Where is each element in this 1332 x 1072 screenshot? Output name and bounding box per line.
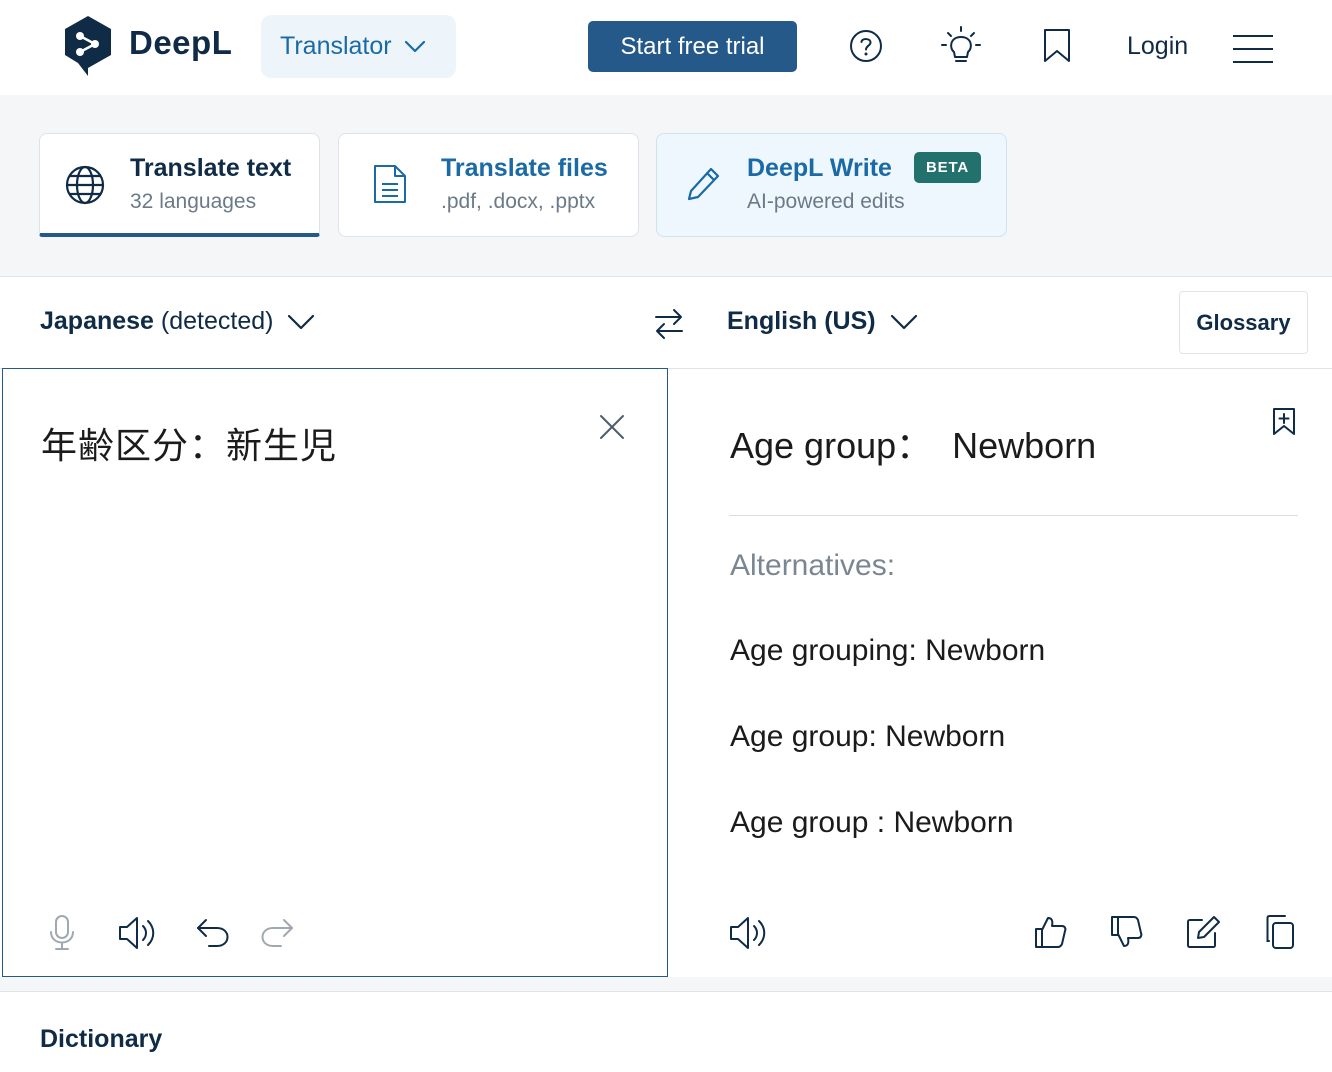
dictionary-title: Dictionary bbox=[40, 1025, 163, 1053]
product-switcher-label: Translator bbox=[280, 32, 392, 60]
mode-title: DeepL Write bbox=[747, 154, 892, 182]
target-text-area: Age group： Newborn Alternatives: Age gro… bbox=[668, 369, 1332, 978]
swap-languages-icon[interactable] bbox=[653, 307, 685, 341]
source-language-name: Japanese bbox=[40, 307, 154, 335]
mode-title: Translate text bbox=[130, 154, 292, 182]
pencil-icon bbox=[685, 165, 721, 203]
source-language-selector[interactable]: Japanese (detected) bbox=[40, 307, 315, 336]
speaker-icon[interactable] bbox=[117, 914, 157, 952]
help-icon[interactable] bbox=[849, 29, 883, 63]
product-switcher-dropdown[interactable]: Translator bbox=[261, 15, 456, 78]
lightbulb-icon[interactable] bbox=[940, 26, 982, 66]
divider bbox=[729, 515, 1298, 516]
translator-panel: Japanese (detected) English (US) Glossar… bbox=[0, 276, 1332, 977]
speaker-icon[interactable] bbox=[728, 914, 768, 952]
thumbs-down-icon[interactable] bbox=[1109, 914, 1143, 950]
chevron-down-icon bbox=[890, 314, 918, 330]
alternative-translation[interactable]: Age grouping: Newborn bbox=[730, 634, 1045, 668]
start-free-trial-button[interactable]: Start free trial bbox=[588, 21, 797, 72]
mode-subtitle: AI-powered edits bbox=[747, 190, 905, 213]
translate-files-tab[interactable]: Translate files .pdf, .docx, .pptx bbox=[338, 133, 639, 237]
mode-subtitle: 32 languages bbox=[130, 190, 257, 213]
brand-name[interactable]: DeepL bbox=[129, 24, 232, 62]
alternative-translation[interactable]: Age group: Newborn bbox=[730, 720, 1005, 754]
mode-title: Translate files bbox=[441, 154, 608, 182]
detected-label: (detected) bbox=[160, 307, 274, 335]
beta-badge: BETA bbox=[914, 152, 981, 183]
copy-icon[interactable] bbox=[1265, 914, 1295, 950]
translation-text[interactable]: Age group： Newborn bbox=[730, 417, 1096, 469]
glossary-button[interactable]: Glossary bbox=[1179, 291, 1308, 354]
edit-icon[interactable] bbox=[1185, 914, 1221, 950]
redo-icon[interactable] bbox=[259, 914, 295, 950]
globe-icon bbox=[64, 164, 106, 206]
document-icon bbox=[373, 164, 407, 204]
source-text-area[interactable]: 年齢区分：新生児 bbox=[2, 368, 668, 977]
bookmark-icon[interactable] bbox=[1041, 28, 1073, 64]
save-translation-icon[interactable] bbox=[1271, 407, 1297, 437]
chevron-down-icon bbox=[287, 314, 315, 330]
target-language-name: English (US) bbox=[727, 307, 876, 335]
translate-text-tab[interactable]: Translate text 32 languages bbox=[39, 133, 320, 237]
target-language-selector[interactable]: English (US) bbox=[727, 307, 918, 336]
top-navigation: DeepL Translator Start free trial Login bbox=[0, 0, 1332, 95]
close-icon[interactable] bbox=[598, 413, 626, 441]
source-text[interactable]: 年齢区分：新生児 bbox=[41, 417, 337, 469]
deepl-logo-icon[interactable] bbox=[62, 14, 114, 78]
dictionary-section: Dictionary bbox=[0, 991, 1332, 1072]
hamburger-menu-icon[interactable] bbox=[1232, 34, 1274, 64]
alternatives-label: Alternatives: bbox=[730, 549, 896, 582]
language-bar: Japanese (detected) English (US) Glossar… bbox=[0, 277, 1332, 369]
mode-subtitle: .pdf, .docx, .pptx bbox=[441, 190, 596, 213]
undo-icon[interactable] bbox=[195, 914, 231, 950]
deepl-write-tab[interactable]: DeepL Write BETA AI-powered edits bbox=[656, 133, 1007, 237]
login-link[interactable]: Login bbox=[1127, 32, 1188, 61]
chevron-down-icon bbox=[404, 40, 426, 54]
microphone-icon[interactable] bbox=[47, 914, 77, 952]
thumbs-up-icon[interactable] bbox=[1033, 914, 1067, 950]
alternative-translation[interactable]: Age group : Newborn bbox=[730, 806, 1014, 840]
